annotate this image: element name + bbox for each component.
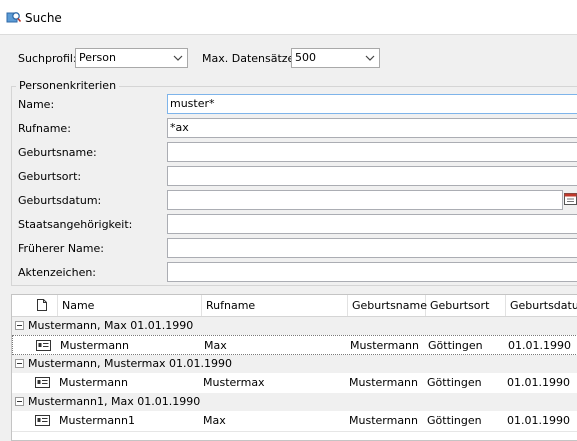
chevron-down-icon bbox=[173, 55, 183, 61]
cell-geburtsdatum: 01.01.1990 bbox=[507, 414, 570, 427]
cell-name: Mustermann bbox=[59, 376, 129, 389]
chevron-down-icon bbox=[365, 55, 375, 61]
collapse-icon[interactable] bbox=[15, 397, 24, 406]
cell-geburtsname: Mustermann bbox=[349, 414, 419, 427]
header-geburtsort[interactable]: Geburtsort bbox=[426, 295, 506, 316]
frueherer-name-label: Früherer Name: bbox=[18, 242, 104, 255]
table-row[interactable]: Mustermann1 Max Mustermann Göttingen 01.… bbox=[12, 411, 577, 432]
header-name[interactable]: Name bbox=[58, 295, 202, 316]
header-document-column[interactable] bbox=[12, 295, 58, 316]
staatsangehoerigkeit-label: Staatsangehörigkeit: bbox=[18, 218, 133, 231]
profile-label: Suchprofil: bbox=[18, 52, 77, 65]
frueherer-name-input[interactable] bbox=[167, 238, 577, 258]
group-row[interactable]: Mustermann, Mustermax 01.01.1990 bbox=[12, 355, 577, 374]
header-geburtsname[interactable]: Geburtsname bbox=[348, 295, 427, 316]
max-records-value: 500 bbox=[295, 51, 316, 64]
header-rufname[interactable]: Rufname bbox=[202, 295, 348, 316]
max-records-select[interactable]: 500 bbox=[291, 48, 380, 68]
group-row[interactable]: Mustermann, Max 01.01.1990 bbox=[12, 317, 577, 336]
cell-geburtsort: Göttingen bbox=[427, 414, 482, 427]
cell-geburtsdatum: 01.01.1990 bbox=[508, 339, 571, 352]
geburtsdatum-label: Geburtsdatum: bbox=[18, 194, 102, 207]
geburtsname-input[interactable] bbox=[167, 142, 577, 162]
aktenzeichen-input[interactable] bbox=[167, 262, 577, 282]
geburtsname-label: Geburtsname: bbox=[18, 146, 97, 159]
group-title: Mustermann1, Max 01.01.1990 bbox=[28, 395, 201, 408]
cell-rufname: Mustermax bbox=[203, 376, 265, 389]
collapse-icon[interactable] bbox=[15, 359, 24, 368]
cell-rufname: Max bbox=[203, 414, 226, 427]
document-icon bbox=[37, 299, 47, 311]
table-row[interactable]: Mustermann Max Mustermann Göttingen 01.0… bbox=[12, 335, 577, 355]
cell-geburtsort: Göttingen bbox=[428, 339, 483, 352]
cell-name: Mustermann bbox=[60, 339, 130, 352]
geburtsort-input[interactable] bbox=[167, 166, 577, 186]
profile-select[interactable]: Person bbox=[75, 48, 188, 68]
criteria-group-title: Personenkriterien bbox=[16, 79, 120, 92]
aktenzeichen-label: Aktenzeichen: bbox=[18, 266, 97, 279]
collapse-icon[interactable] bbox=[15, 321, 24, 330]
group-title: Mustermann, Mustermax 01.01.1990 bbox=[28, 357, 233, 370]
table-row[interactable]: Mustermann Mustermax Mustermann Göttinge… bbox=[12, 373, 577, 394]
window-title: Suche bbox=[25, 11, 62, 25]
header-geburtsdatum[interactable]: Geburtsdatum bbox=[506, 295, 577, 316]
cell-geburtsname: Mustermann bbox=[350, 339, 420, 352]
grid-header: Name Rufname Geburtsname Geburtsort Gebu… bbox=[12, 295, 577, 317]
person-card-icon bbox=[35, 377, 50, 388]
name-input[interactable]: muster* bbox=[167, 94, 577, 114]
cell-name: Mustermann1 bbox=[59, 414, 136, 427]
name-label: Name: bbox=[18, 98, 55, 111]
max-records-label: Max. Datensätze: bbox=[202, 52, 299, 65]
title-bar: Suche bbox=[0, 0, 577, 35]
person-card-icon bbox=[36, 340, 51, 351]
rufname-input[interactable]: *ax bbox=[167, 118, 577, 138]
geburtsort-label: Geburtsort: bbox=[18, 170, 82, 183]
cell-geburtsort: Göttingen bbox=[427, 376, 482, 389]
search-window-icon bbox=[6, 12, 21, 23]
cell-geburtsname: Mustermann bbox=[349, 376, 419, 389]
person-card-icon bbox=[35, 415, 50, 426]
rufname-label: Rufname: bbox=[18, 122, 71, 135]
cell-rufname: Max bbox=[204, 339, 227, 352]
profile-select-value: Person bbox=[79, 51, 116, 64]
group-title: Mustermann, Max 01.01.1990 bbox=[28, 319, 194, 332]
geburtsdatum-input[interactable] bbox=[167, 190, 563, 210]
staatsangehoerigkeit-input[interactable] bbox=[167, 214, 577, 234]
results-grid: Name Rufname Geburtsname Geburtsort Gebu… bbox=[11, 294, 577, 441]
cell-geburtsdatum: 01.01.1990 bbox=[507, 376, 570, 389]
calendar-icon[interactable] bbox=[564, 192, 577, 205]
group-row[interactable]: Mustermann1, Max 01.01.1990 bbox=[12, 393, 577, 412]
